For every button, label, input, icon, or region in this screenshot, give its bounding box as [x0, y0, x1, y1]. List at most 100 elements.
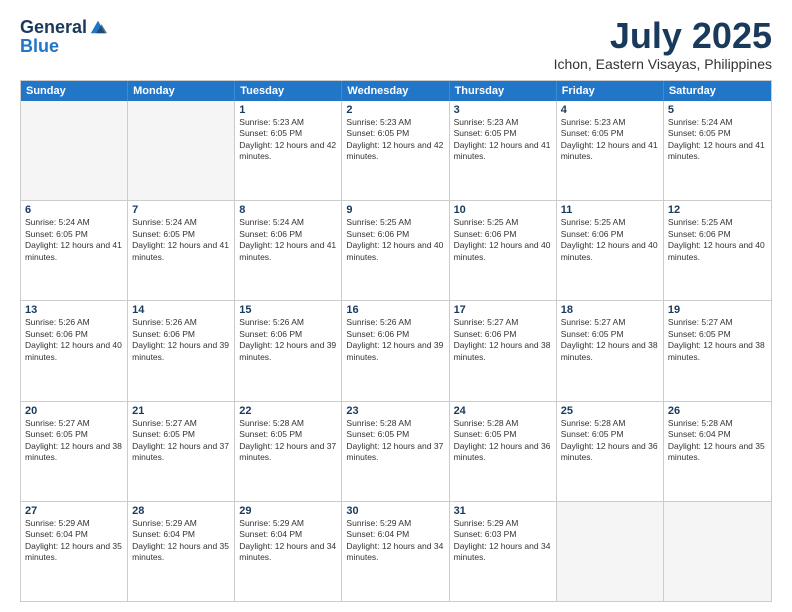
calendar-cell: 14Sunrise: 5:26 AM Sunset: 6:06 PM Dayli… [128, 301, 235, 400]
calendar-cell: 1Sunrise: 5:23 AM Sunset: 6:05 PM Daylig… [235, 101, 342, 200]
day-number: 18 [561, 304, 659, 316]
calendar-cell: 25Sunrise: 5:28 AM Sunset: 6:05 PM Dayli… [557, 402, 664, 501]
calendar-row: 13Sunrise: 5:26 AM Sunset: 6:06 PM Dayli… [21, 301, 771, 401]
day-number: 8 [239, 204, 337, 216]
cell-detail: Sunrise: 5:23 AM Sunset: 6:05 PM Dayligh… [239, 117, 337, 163]
day-number: 16 [346, 304, 444, 316]
calendar-cell: 24Sunrise: 5:28 AM Sunset: 6:05 PM Dayli… [450, 402, 557, 501]
calendar-cell: 19Sunrise: 5:27 AM Sunset: 6:05 PM Dayli… [664, 301, 771, 400]
calendar-cell [128, 101, 235, 200]
day-number: 22 [239, 405, 337, 417]
cell-detail: Sunrise: 5:26 AM Sunset: 6:06 PM Dayligh… [239, 317, 337, 363]
day-number: 30 [346, 505, 444, 517]
cell-detail: Sunrise: 5:29 AM Sunset: 6:04 PM Dayligh… [239, 518, 337, 564]
day-number: 11 [561, 204, 659, 216]
calendar-cell: 26Sunrise: 5:28 AM Sunset: 6:04 PM Dayli… [664, 402, 771, 501]
cell-detail: Sunrise: 5:26 AM Sunset: 6:06 PM Dayligh… [346, 317, 444, 363]
weekday-header: Friday [557, 81, 664, 101]
calendar-body: 1Sunrise: 5:23 AM Sunset: 6:05 PM Daylig… [21, 101, 771, 601]
calendar-cell: 29Sunrise: 5:29 AM Sunset: 6:04 PM Dayli… [235, 502, 342, 601]
day-number: 20 [25, 405, 123, 417]
calendar-header: SundayMondayTuesdayWednesdayThursdayFrid… [21, 81, 771, 101]
calendar-cell: 23Sunrise: 5:28 AM Sunset: 6:05 PM Dayli… [342, 402, 449, 501]
header: General Blue July 2025 Ichon, Eastern Vi… [20, 18, 772, 72]
cell-detail: Sunrise: 5:27 AM Sunset: 6:05 PM Dayligh… [132, 418, 230, 464]
calendar-cell: 13Sunrise: 5:26 AM Sunset: 6:06 PM Dayli… [21, 301, 128, 400]
cell-detail: Sunrise: 5:27 AM Sunset: 6:06 PM Dayligh… [454, 317, 552, 363]
calendar-cell [664, 502, 771, 601]
day-number: 23 [346, 405, 444, 417]
day-number: 27 [25, 505, 123, 517]
cell-detail: Sunrise: 5:23 AM Sunset: 6:05 PM Dayligh… [561, 117, 659, 163]
day-number: 2 [346, 104, 444, 116]
day-number: 10 [454, 204, 552, 216]
day-number: 7 [132, 204, 230, 216]
calendar-cell: 6Sunrise: 5:24 AM Sunset: 6:05 PM Daylig… [21, 201, 128, 300]
cell-detail: Sunrise: 5:26 AM Sunset: 6:06 PM Dayligh… [132, 317, 230, 363]
day-number: 28 [132, 505, 230, 517]
calendar-cell: 27Sunrise: 5:29 AM Sunset: 6:04 PM Dayli… [21, 502, 128, 601]
calendar-cell: 8Sunrise: 5:24 AM Sunset: 6:06 PM Daylig… [235, 201, 342, 300]
calendar-cell: 5Sunrise: 5:24 AM Sunset: 6:05 PM Daylig… [664, 101, 771, 200]
calendar-cell: 9Sunrise: 5:25 AM Sunset: 6:06 PM Daylig… [342, 201, 449, 300]
day-number: 5 [668, 104, 767, 116]
calendar-cell: 30Sunrise: 5:29 AM Sunset: 6:04 PM Dayli… [342, 502, 449, 601]
cell-detail: Sunrise: 5:24 AM Sunset: 6:05 PM Dayligh… [132, 217, 230, 263]
day-number: 21 [132, 405, 230, 417]
logo-blue-text: Blue [20, 36, 59, 56]
cell-detail: Sunrise: 5:25 AM Sunset: 6:06 PM Dayligh… [346, 217, 444, 263]
cell-detail: Sunrise: 5:28 AM Sunset: 6:05 PM Dayligh… [239, 418, 337, 464]
cell-detail: Sunrise: 5:28 AM Sunset: 6:04 PM Dayligh… [668, 418, 767, 464]
cell-detail: Sunrise: 5:27 AM Sunset: 6:05 PM Dayligh… [25, 418, 123, 464]
calendar-cell [21, 101, 128, 200]
page: General Blue July 2025 Ichon, Eastern Vi… [0, 0, 792, 612]
day-number: 26 [668, 405, 767, 417]
calendar-cell: 2Sunrise: 5:23 AM Sunset: 6:05 PM Daylig… [342, 101, 449, 200]
calendar-cell: 15Sunrise: 5:26 AM Sunset: 6:06 PM Dayli… [235, 301, 342, 400]
calendar-row: 20Sunrise: 5:27 AM Sunset: 6:05 PM Dayli… [21, 402, 771, 502]
day-number: 15 [239, 304, 337, 316]
weekday-header: Tuesday [235, 81, 342, 101]
calendar-cell: 10Sunrise: 5:25 AM Sunset: 6:06 PM Dayli… [450, 201, 557, 300]
calendar-cell: 18Sunrise: 5:27 AM Sunset: 6:05 PM Dayli… [557, 301, 664, 400]
cell-detail: Sunrise: 5:25 AM Sunset: 6:06 PM Dayligh… [561, 217, 659, 263]
calendar-cell: 20Sunrise: 5:27 AM Sunset: 6:05 PM Dayli… [21, 402, 128, 501]
calendar-cell: 7Sunrise: 5:24 AM Sunset: 6:05 PM Daylig… [128, 201, 235, 300]
calendar-cell: 31Sunrise: 5:29 AM Sunset: 6:03 PM Dayli… [450, 502, 557, 601]
calendar-row: 27Sunrise: 5:29 AM Sunset: 6:04 PM Dayli… [21, 502, 771, 601]
logo: General Blue [20, 18, 107, 57]
cell-detail: Sunrise: 5:25 AM Sunset: 6:06 PM Dayligh… [454, 217, 552, 263]
calendar-cell: 12Sunrise: 5:25 AM Sunset: 6:06 PM Dayli… [664, 201, 771, 300]
cell-detail: Sunrise: 5:29 AM Sunset: 6:04 PM Dayligh… [25, 518, 123, 564]
day-number: 31 [454, 505, 552, 517]
calendar: SundayMondayTuesdayWednesdayThursdayFrid… [20, 80, 772, 602]
day-number: 25 [561, 405, 659, 417]
cell-detail: Sunrise: 5:26 AM Sunset: 6:06 PM Dayligh… [25, 317, 123, 363]
calendar-cell: 28Sunrise: 5:29 AM Sunset: 6:04 PM Dayli… [128, 502, 235, 601]
day-number: 17 [454, 304, 552, 316]
day-number: 19 [668, 304, 767, 316]
header-right: July 2025 Ichon, Eastern Visayas, Philip… [554, 18, 772, 72]
weekday-header: Monday [128, 81, 235, 101]
calendar-cell: 3Sunrise: 5:23 AM Sunset: 6:05 PM Daylig… [450, 101, 557, 200]
calendar-cell: 17Sunrise: 5:27 AM Sunset: 6:06 PM Dayli… [450, 301, 557, 400]
weekday-header: Sunday [21, 81, 128, 101]
month-title: July 2025 [554, 18, 772, 54]
day-number: 12 [668, 204, 767, 216]
calendar-row: 1Sunrise: 5:23 AM Sunset: 6:05 PM Daylig… [21, 101, 771, 201]
weekday-header: Thursday [450, 81, 557, 101]
cell-detail: Sunrise: 5:29 AM Sunset: 6:04 PM Dayligh… [132, 518, 230, 564]
weekday-header: Wednesday [342, 81, 449, 101]
cell-detail: Sunrise: 5:24 AM Sunset: 6:05 PM Dayligh… [668, 117, 767, 163]
cell-detail: Sunrise: 5:29 AM Sunset: 6:03 PM Dayligh… [454, 518, 552, 564]
weekday-header: Saturday [664, 81, 771, 101]
cell-detail: Sunrise: 5:24 AM Sunset: 6:06 PM Dayligh… [239, 217, 337, 263]
cell-detail: Sunrise: 5:23 AM Sunset: 6:05 PM Dayligh… [454, 117, 552, 163]
calendar-cell [557, 502, 664, 601]
calendar-row: 6Sunrise: 5:24 AM Sunset: 6:05 PM Daylig… [21, 201, 771, 301]
day-number: 13 [25, 304, 123, 316]
cell-detail: Sunrise: 5:24 AM Sunset: 6:05 PM Dayligh… [25, 217, 123, 263]
cell-detail: Sunrise: 5:23 AM Sunset: 6:05 PM Dayligh… [346, 117, 444, 163]
cell-detail: Sunrise: 5:27 AM Sunset: 6:05 PM Dayligh… [561, 317, 659, 363]
cell-detail: Sunrise: 5:25 AM Sunset: 6:06 PM Dayligh… [668, 217, 767, 263]
